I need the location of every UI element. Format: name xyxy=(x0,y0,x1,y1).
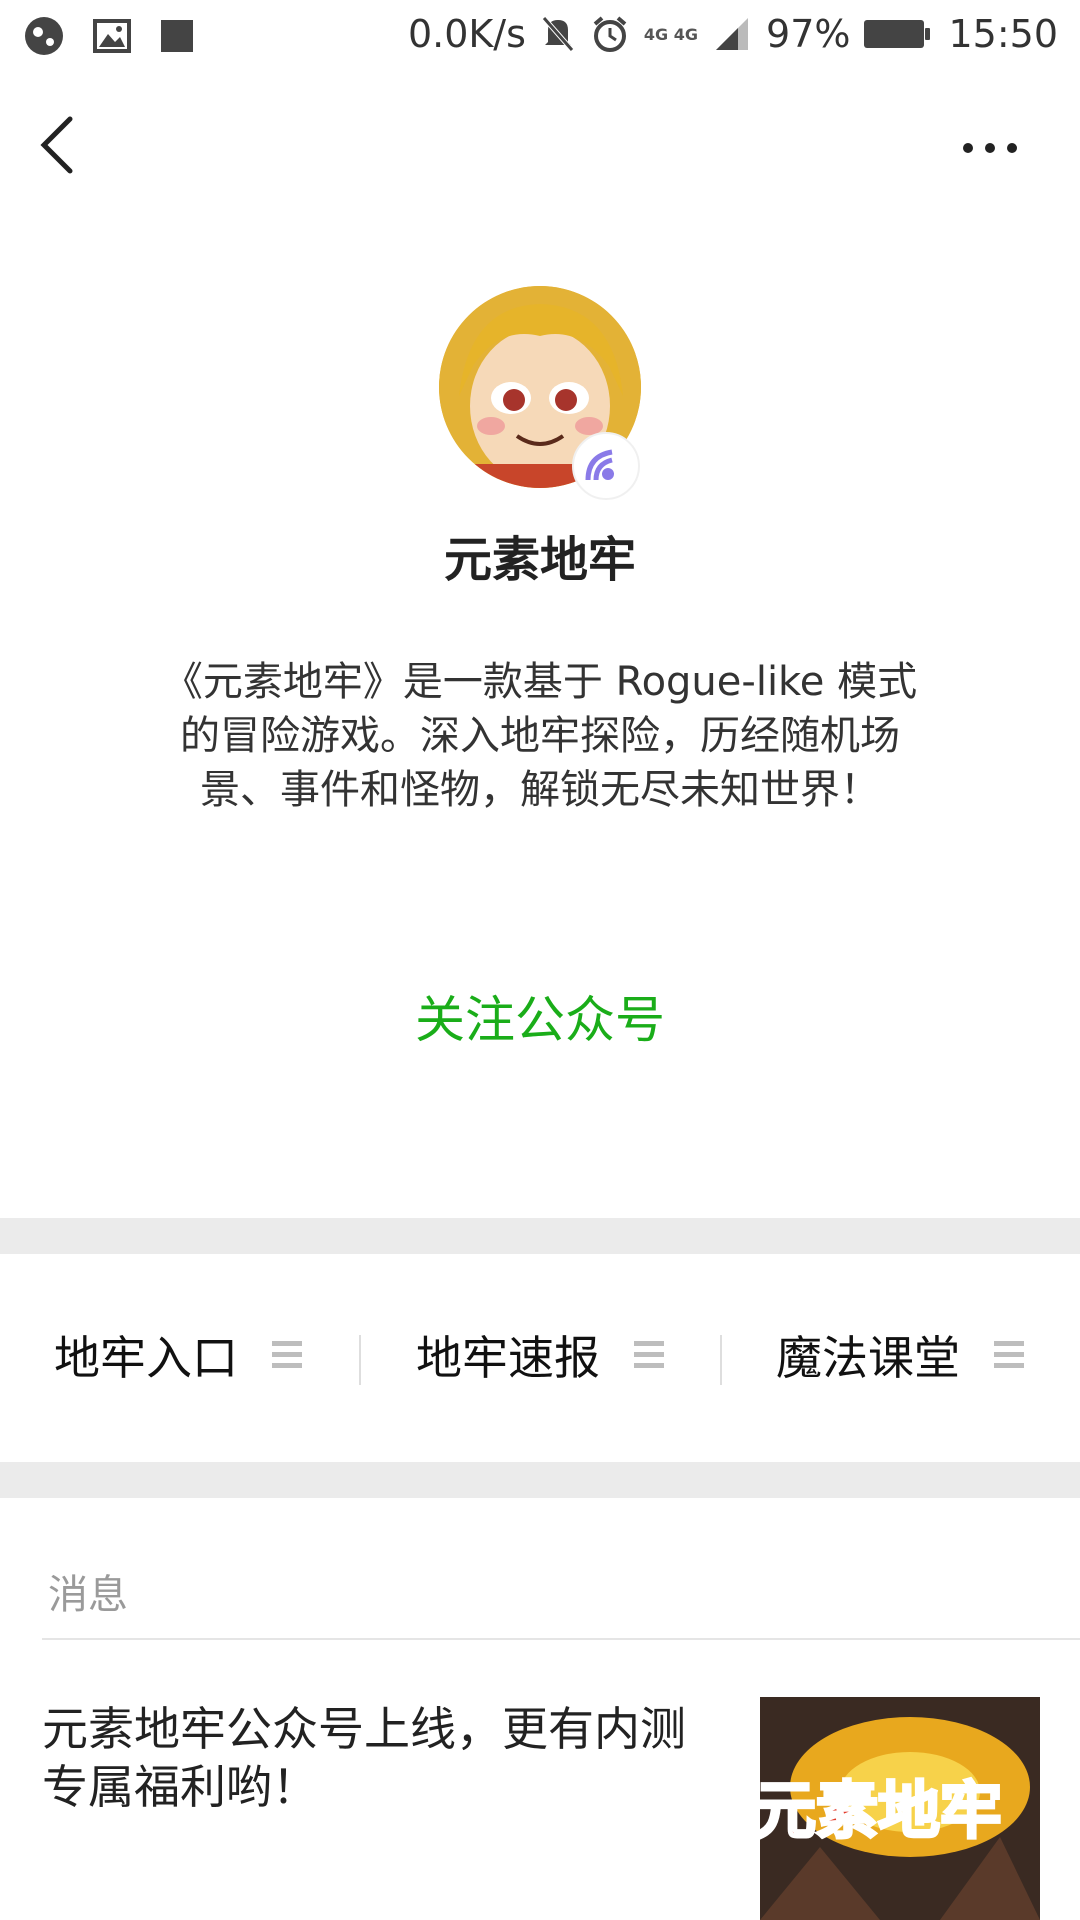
signal-icon xyxy=(716,18,749,50)
menu-item-label: 地牢速报 xyxy=(416,1331,600,1385)
follow-button[interactable]: 关注公众号 xyxy=(0,980,1080,1052)
back-arrow-icon[interactable] xyxy=(30,105,90,185)
section-separator xyxy=(0,1218,1080,1254)
thumbnail-title: 元素地牢 xyxy=(760,1774,1002,1847)
verified-badge-icon xyxy=(572,432,640,500)
clock: 15:50 xyxy=(948,12,1058,56)
system-icons: 0.0K/s 4G 4G 97% 15:50 xyxy=(408,12,1058,56)
more-options-icon[interactable] xyxy=(950,118,1030,178)
alarm-icon xyxy=(593,16,627,52)
menu-item-label: 魔法课堂 xyxy=(776,1331,960,1385)
status-bar: 0.0K/s 4G 4G 97% 15:50 xyxy=(0,0,1080,72)
app-notification-icon xyxy=(25,17,63,55)
menu-list-icon xyxy=(634,1341,664,1369)
menu-item-dungeon-entrance[interactable]: 地牢入口 xyxy=(54,1325,302,1385)
mute-icon xyxy=(542,16,574,52)
menu-list-icon xyxy=(994,1341,1024,1369)
image-icon xyxy=(93,19,131,53)
network-speed: 0.0K/s xyxy=(407,12,526,56)
battery-icon xyxy=(864,20,931,48)
square-icon xyxy=(161,20,193,52)
message-thumbnail[interactable]: 元素地牢 xyxy=(760,1697,1040,1920)
thumbnail-art: 元素地牢 xyxy=(760,1697,1040,1920)
account-description: 《元素地牢》是一款基于 Rogue-like 模式的冒险游戏。深入地牢探险，历经… xyxy=(162,659,918,813)
menu-list-icon xyxy=(272,1341,302,1369)
message-title[interactable]: 元素地牢公众号上线，更有内测专属福利哟！ xyxy=(42,1700,722,1816)
divider xyxy=(42,1638,1080,1640)
notification-icons xyxy=(22,14,196,58)
menu-divider xyxy=(359,1335,361,1385)
account-name: 元素地牢 xyxy=(443,532,636,588)
battery-percent: 97% xyxy=(766,12,851,56)
network-type: 4G 4G xyxy=(643,24,699,44)
menu-divider xyxy=(720,1335,722,1385)
menu-item-label: 地牢入口 xyxy=(54,1331,238,1385)
section-separator xyxy=(0,1462,1080,1498)
account-menu: 地牢入口 地牢速报 魔法课堂 xyxy=(0,1255,1080,1455)
messages-header: 消息 xyxy=(48,1572,128,1618)
menu-item-dungeon-news[interactable]: 地牢速报 xyxy=(416,1325,664,1385)
menu-item-magic-class[interactable]: 魔法课堂 xyxy=(776,1325,1024,1385)
